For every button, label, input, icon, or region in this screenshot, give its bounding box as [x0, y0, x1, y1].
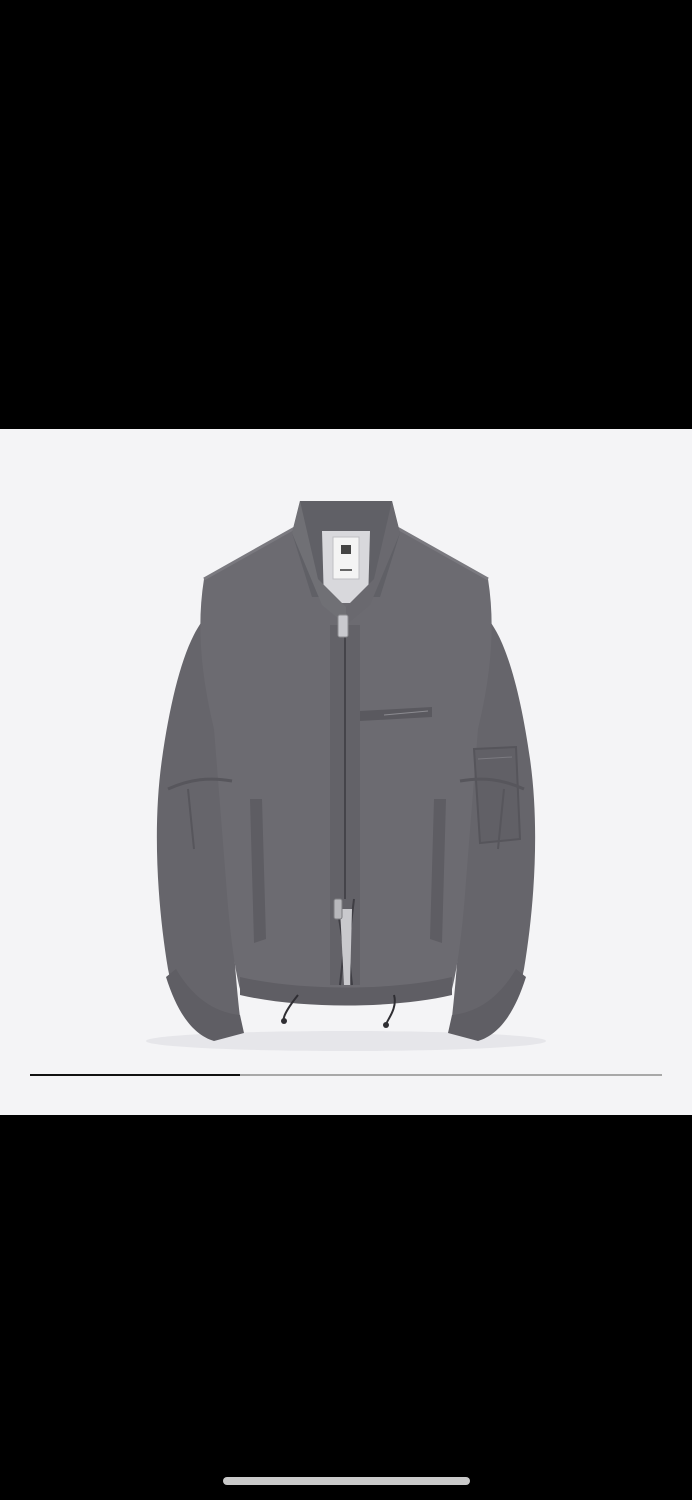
- photo-viewer-screen: [0, 0, 692, 1500]
- carousel-progress-track[interactable]: [30, 1074, 662, 1076]
- carousel-progress-fill: [30, 1074, 241, 1076]
- viewer-top-area[interactable]: [0, 0, 692, 429]
- product-image-panel[interactable]: [0, 429, 692, 1115]
- viewer-bottom-area[interactable]: [0, 1115, 692, 1500]
- jacket-image: [146, 501, 546, 1051]
- home-indicator[interactable]: [223, 1477, 470, 1485]
